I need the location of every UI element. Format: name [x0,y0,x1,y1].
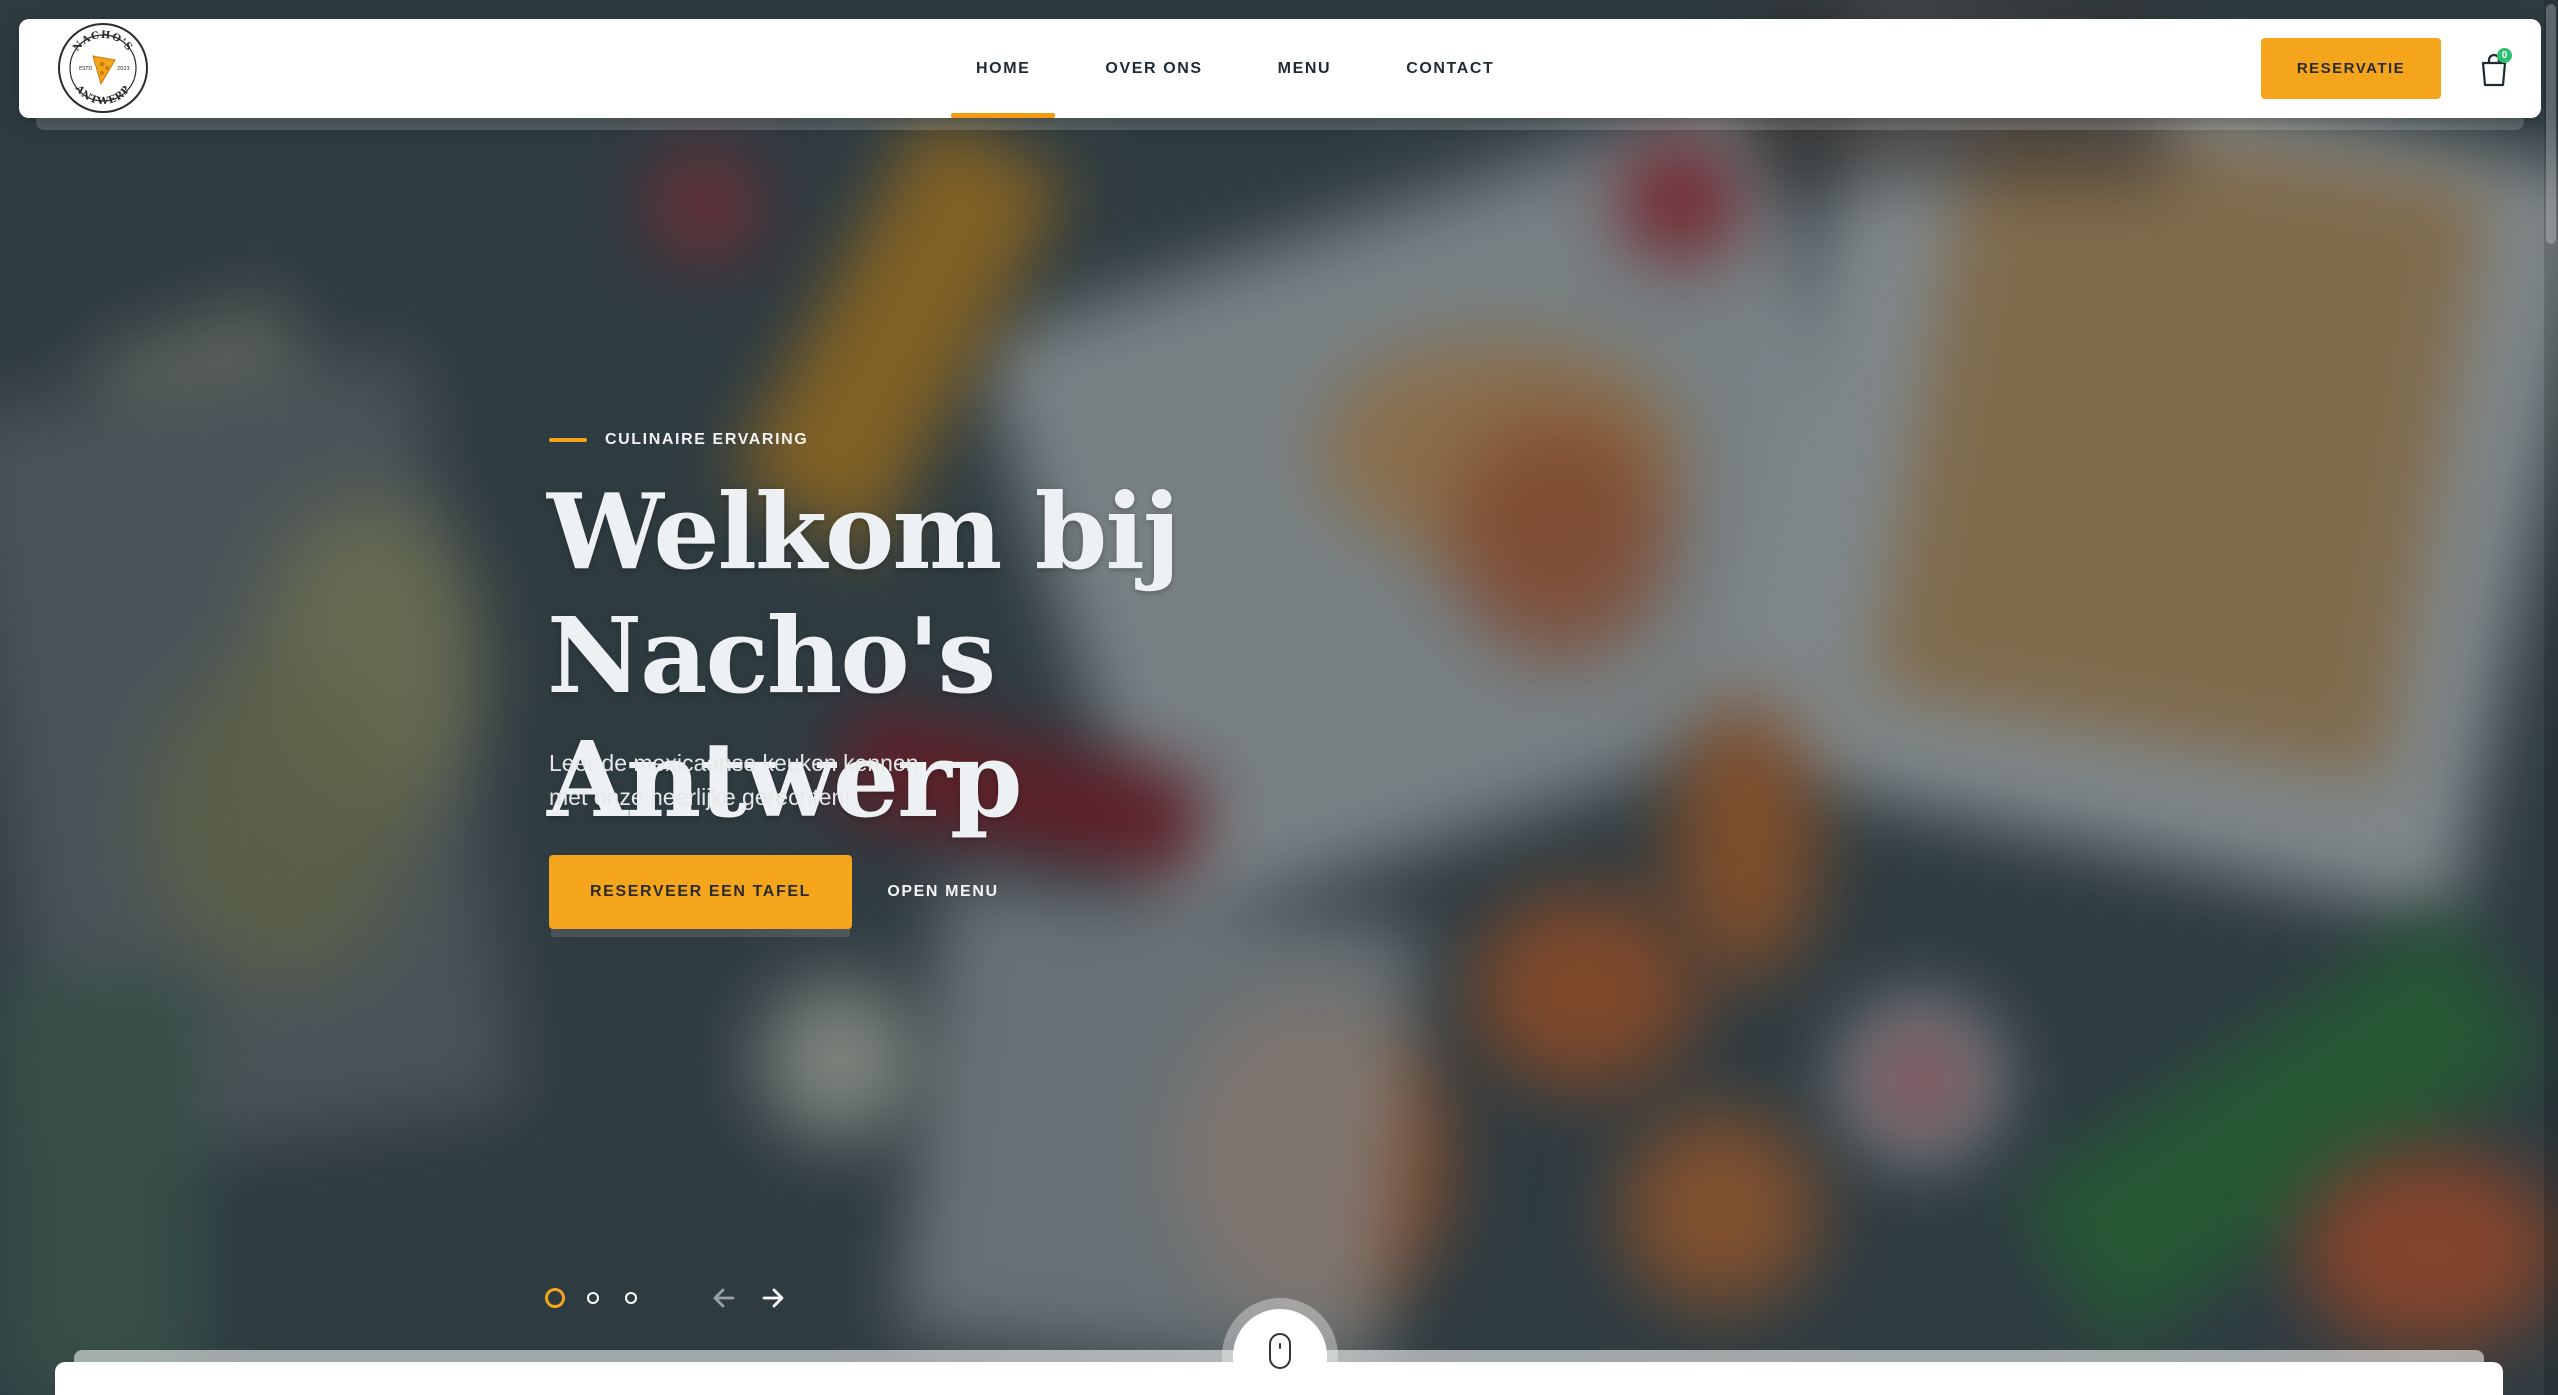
slider-dot-1[interactable] [545,1288,565,1308]
arrow-left-icon[interactable] [708,1282,740,1314]
slider-dot-3[interactable] [625,1292,637,1304]
eyebrow-text: CULINAIRE ERVARING [605,431,809,448]
scroll-down-button[interactable] [1233,1309,1327,1395]
main-nav: HOME OVER ONS MENU CONTACT [951,19,1544,118]
nav-over-ons[interactable]: OVER ONS [1080,19,1227,118]
logo-year-text: 2023 [117,66,130,72]
logo-estd-text: ESTD [79,66,92,72]
eyebrow-accent-line [549,438,587,442]
header-underlay [36,118,2524,130]
site-logo[interactable]: NACHO'S ANTWERP ESTD 2023 [57,22,149,114]
cart-count-badge: 0 [2497,48,2512,63]
hero-subtitle-line-1: Leer de mexicaanse keuken kennen [549,750,919,776]
reserveer-tafel-button[interactable]: RESERVEER EEN TAFEL [549,855,852,929]
page-scrollbar[interactable] [2544,0,2558,1395]
hero-subtitle-line-2: met onze heerlijke gerechten! [549,784,851,810]
nav-home[interactable]: HOME [951,19,1056,118]
hero-subtitle: Leer de mexicaanse keuken kennen met onz… [549,746,949,814]
nav-contact[interactable]: CONTACT [1381,19,1519,118]
nav-menu[interactable]: MENU [1253,19,1357,118]
hero-eyebrow: CULINAIRE ERVARING [549,430,808,450]
reservatie-button[interactable]: RESERVATIE [2261,38,2441,99]
hero-title-line-1: Welkom bij [547,470,1181,593]
site-header: NACHO'S ANTWERP ESTD 2023 HOME OVER ONS … [19,19,2541,118]
mouse-scroll-icon [1269,1333,1291,1369]
open-menu-link[interactable]: OPEN MENU [868,855,1018,929]
scrollbar-thumb[interactable] [2546,4,2556,244]
slider-pagination [545,1288,663,1308]
arrow-right-icon[interactable] [757,1282,789,1314]
slider-dot-2[interactable] [587,1292,599,1304]
shopping-bag-icon[interactable]: 0 [2474,48,2514,88]
